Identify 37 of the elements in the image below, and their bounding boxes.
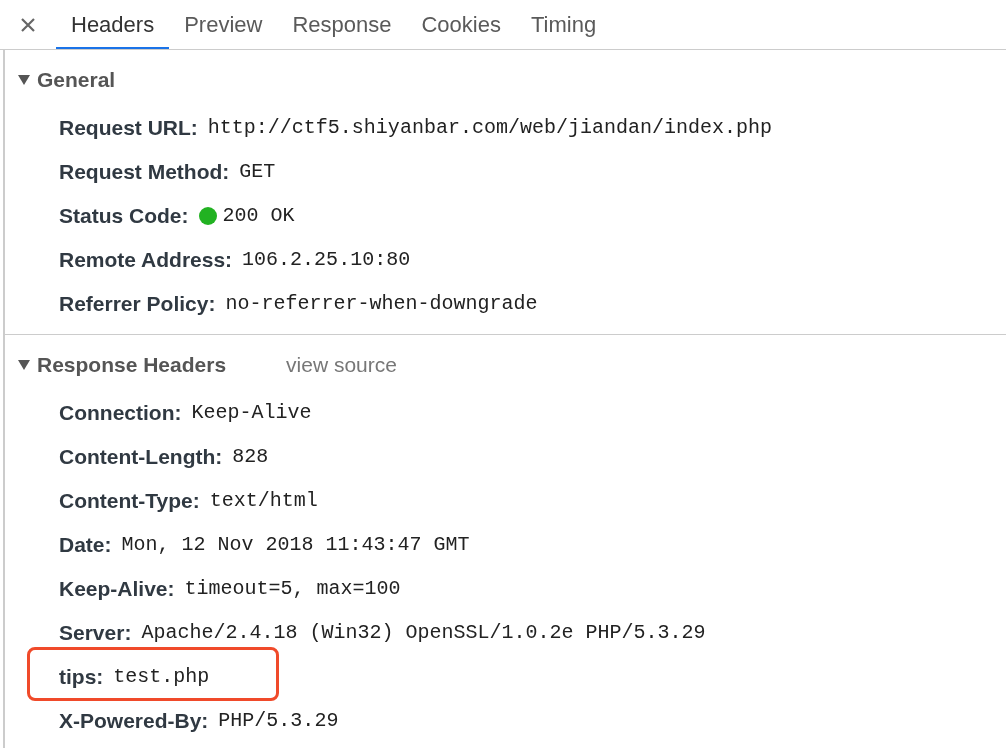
header-value: GET (239, 159, 276, 185)
section-title[interactable]: Response Headers (37, 349, 227, 381)
header-name: Keep-Alive: (59, 576, 175, 603)
tab[interactable]: Cookies (406, 1, 516, 49)
tab[interactable]: Response (277, 1, 407, 49)
header-value: Apache/2.4.18 (Win32) OpenSSL/1.0.2e PHP/5.3.29 (141, 620, 706, 646)
header-value: http://ctf5.shiyanbar.com/web/jiandan/index.php (207, 115, 772, 141)
header-name: tips: (59, 664, 104, 691)
header-name: Server: (59, 620, 132, 647)
header-value: PHP/5.3.29 (218, 708, 339, 734)
header-name: Content-Length: (59, 444, 223, 471)
tab[interactable]: Timing (515, 1, 612, 49)
disclosure-triangle-icon[interactable] (17, 74, 31, 86)
header-value: Mon, 12 Nov 2018 11:43:47 GMT (121, 532, 470, 558)
header-value: text/html (209, 488, 318, 514)
header-value: no-referrer-when-downgrade (225, 291, 538, 317)
header-value: 106.2.25.10:80 (242, 247, 411, 273)
header-name: Request URL: (59, 115, 198, 142)
header-name: Remote Address: (59, 247, 233, 274)
header-name: Referrer Policy: (59, 291, 216, 318)
section-title[interactable]: General (37, 64, 116, 96)
tab[interactable]: Headers (56, 1, 170, 49)
header-name: Date: (59, 532, 112, 559)
close-icon (20, 17, 36, 33)
header-name: Status Code: (59, 203, 189, 230)
header-value: Keep-Alive (191, 400, 312, 426)
header-name: Connection: (59, 400, 182, 427)
header-name: Request Method: (59, 159, 230, 186)
header-value: 200 OK (222, 203, 295, 229)
header-name: X-Powered-By: (59, 708, 209, 735)
disclosure-triangle-icon[interactable] (17, 359, 31, 371)
header-name: Content-Type: (59, 488, 200, 515)
tab[interactable]: Preview (169, 1, 278, 49)
view-source-link[interactable]: view source (286, 349, 397, 381)
header-value: timeout=5, max=100 (184, 576, 401, 602)
header-value: test.php (113, 664, 210, 690)
header-value: 828 (232, 444, 269, 470)
